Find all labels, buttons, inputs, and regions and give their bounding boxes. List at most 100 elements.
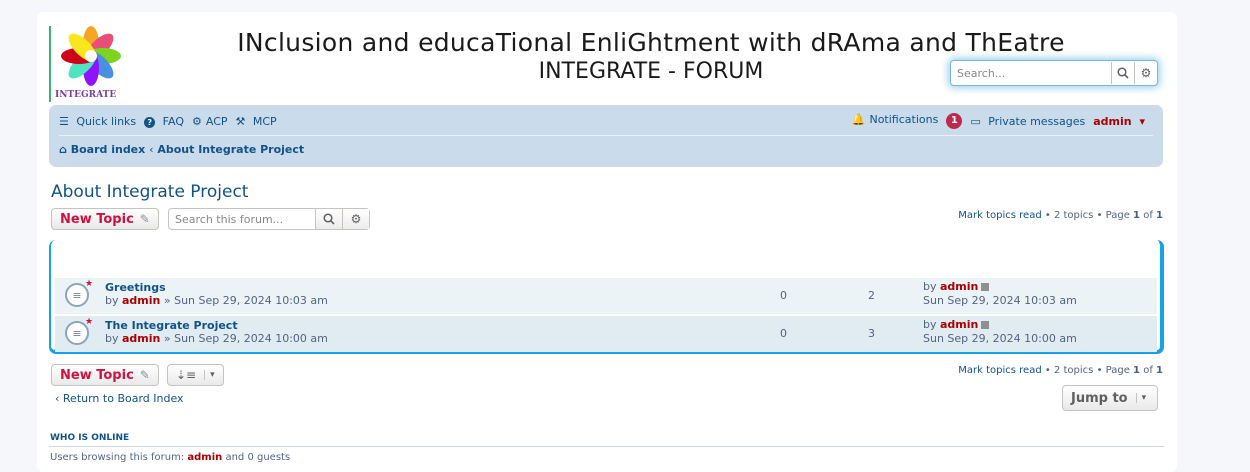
private-messages-label: Private messages	[988, 114, 1086, 128]
views-count: 2	[868, 289, 875, 302]
user-menu-name: admin	[1093, 114, 1132, 128]
who-is-online-heading[interactable]: WHO IS ONLINE	[50, 433, 129, 443]
last-post-author[interactable]: admin	[940, 318, 978, 331]
private-messages-link[interactable]: ▭ Private messages	[970, 115, 1089, 128]
mcp-label: MCP	[252, 114, 277, 128]
gears-icon: ⚙	[191, 114, 202, 128]
home-icon: ⌂	[59, 143, 67, 156]
site-title: INclusion and educaTional EnliGhtment wi…	[237, 28, 1065, 57]
question-icon: ?	[144, 116, 156, 128]
caret-down-icon: ▾	[1139, 114, 1145, 128]
of-label: of	[1143, 210, 1153, 221]
last-post-date: Sun Sep 29, 2024 10:00 am	[923, 332, 1077, 345]
last-post-date: Sun Sep 29, 2024 10:03 am	[923, 294, 1077, 307]
page-total: 1	[1156, 365, 1163, 376]
header-advanced-search-button[interactable]: ⚙	[1134, 62, 1157, 84]
navbar-links: ☰ Quick links ? FAQ ⚙ ACP ⚒ MCP 🔔 Notifica…	[59, 113, 1153, 129]
page-number: 1	[1133, 365, 1141, 376]
acp-label: ACP	[205, 114, 228, 128]
page-total: 1	[1156, 210, 1163, 221]
replies-count: 0	[780, 289, 787, 302]
topic-date: » Sun Sep 29, 2024 10:00 am	[163, 332, 328, 345]
forum-search-button[interactable]	[315, 209, 342, 229]
faq-label: FAQ	[162, 114, 184, 128]
page-label: Page	[1105, 210, 1130, 221]
last-post-author[interactable]: admin	[940, 280, 978, 293]
faq-link[interactable]: ? FAQ	[144, 115, 188, 128]
return-to-board-link[interactable]: ‹ Return to Board Index	[55, 392, 184, 405]
new-topic-button[interactable]: New Topic ✎	[51, 208, 159, 230]
header-search-button[interactable]	[1111, 62, 1134, 84]
views-count: 3	[868, 327, 875, 340]
chevron-left-icon: ‹	[149, 143, 154, 156]
new-topic-star-icon: ★	[85, 279, 94, 289]
quick-links-label: Quick links	[76, 114, 137, 128]
new-topic-label: New Topic	[60, 211, 134, 227]
topic-by: by	[105, 294, 119, 307]
external-link-icon[interactable]	[981, 283, 990, 291]
navbar-divider	[59, 135, 1153, 136]
table-row[interactable]: ≡ ★ The Integrate Project by admin » Sun…	[55, 315, 1157, 352]
topic-date: » Sun Sep 29, 2024 10:03 am	[163, 294, 328, 307]
topic-count: 2 topics	[1053, 365, 1094, 376]
bullet: •	[1044, 365, 1054, 376]
jump-to-dropdown[interactable]: Jump to ▾	[1062, 385, 1158, 411]
caret-down-icon: ▾	[1135, 393, 1146, 403]
last-post: by admin Sun Sep 29, 2024 10:03 am	[923, 280, 1077, 308]
who-prefix: Users browsing this forum:	[50, 452, 185, 463]
return-label: Return to Board Index	[62, 392, 184, 405]
chevron-left-icon: ‹	[55, 392, 60, 405]
topic-title[interactable]: The Integrate Project	[105, 319, 238, 332]
caret-down-icon: ▾	[204, 370, 215, 380]
topic-author[interactable]: admin	[122, 332, 160, 345]
acp-link[interactable]: ⚙ ACP	[192, 115, 232, 128]
search-icon	[1117, 67, 1129, 79]
mark-topics-read-link[interactable]: Mark topics read	[958, 210, 1041, 221]
external-link-icon[interactable]	[981, 321, 990, 329]
mcp-link[interactable]: ⚒ MCP	[236, 115, 281, 128]
pagination-top: Mark topics read • 2 topics • Page 1 of …	[837, 210, 1163, 221]
topic-list: ≡ ★ Greetings by admin » Sun Sep 29, 202…	[49, 240, 1164, 354]
navbar: ☰ Quick links ? FAQ ⚙ ACP ⚒ MCP 🔔 Notifica…	[49, 105, 1163, 167]
page-wrapper: INTEGRATE INclusion and educaTional Enli…	[37, 12, 1177, 472]
quick-links-menu[interactable]: ☰ Quick links	[59, 115, 140, 128]
table-row[interactable]: ≡ ★ Greetings by admin » Sun Sep 29, 202…	[55, 278, 1157, 314]
sort-options-button[interactable]: ⇣≡ ▾	[167, 364, 224, 386]
mark-topics-read-link[interactable]: Mark topics read	[958, 365, 1041, 376]
topic-title[interactable]: Greetings	[105, 281, 166, 294]
site-logo[interactable]: INTEGRATE	[49, 26, 137, 102]
header-search-input[interactable]: Search...	[951, 67, 1111, 80]
forum-advanced-search-button[interactable]: ⚙	[342, 209, 369, 229]
topic-author[interactable]: admin	[122, 294, 160, 307]
breadcrumb: ⌂ Board index ‹ About Integrate Project	[59, 143, 304, 156]
header-search-box: Search... ⚙	[950, 60, 1158, 86]
bars-icon: ☰	[59, 114, 69, 128]
page-label: Page	[1105, 365, 1130, 376]
gear-icon: ⚙	[1140, 66, 1152, 80]
notifications-link[interactable]: 🔔 Notifications 1	[852, 113, 967, 129]
last-post: by admin Sun Sep 29, 2024 10:00 am	[923, 318, 1077, 346]
who-user[interactable]: admin	[187, 452, 222, 463]
topic-meta: by admin » Sun Sep 29, 2024 10:03 am	[105, 294, 328, 307]
new-topic-star-icon: ★	[85, 317, 94, 327]
who-is-online-text: Users browsing this forum: admin and 0 g…	[50, 452, 290, 463]
gavel-icon: ⚒	[235, 114, 246, 128]
who-suffix: and 0 guests	[225, 452, 291, 463]
inbox-icon: ▭	[970, 114, 981, 128]
user-menu[interactable]: admin ▾	[1093, 115, 1149, 128]
jump-to-label: Jump to	[1071, 390, 1128, 406]
sort-icon: ⇣≡	[176, 368, 197, 382]
topic-meta: by admin » Sun Sep 29, 2024 10:00 am	[105, 332, 328, 345]
bell-icon: 🔔	[851, 113, 866, 126]
bullet: •	[1096, 210, 1106, 221]
bullet: •	[1044, 210, 1054, 221]
pagination-bottom: Mark topics read • 2 topics • Page 1 of …	[837, 365, 1163, 376]
breadcrumb-current[interactable]: About Integrate Project	[157, 143, 304, 156]
new-topic-button-bottom[interactable]: New Topic ✎	[51, 364, 159, 386]
page-title[interactable]: About Integrate Project	[51, 182, 248, 202]
forum-search-input[interactable]: Search this forum...	[169, 213, 315, 226]
forum-search-box: Search this forum... ⚙	[168, 208, 370, 230]
of-label: of	[1143, 365, 1153, 376]
notifications-label: Notifications	[869, 113, 939, 126]
breadcrumb-board-index[interactable]: Board index	[71, 143, 146, 156]
